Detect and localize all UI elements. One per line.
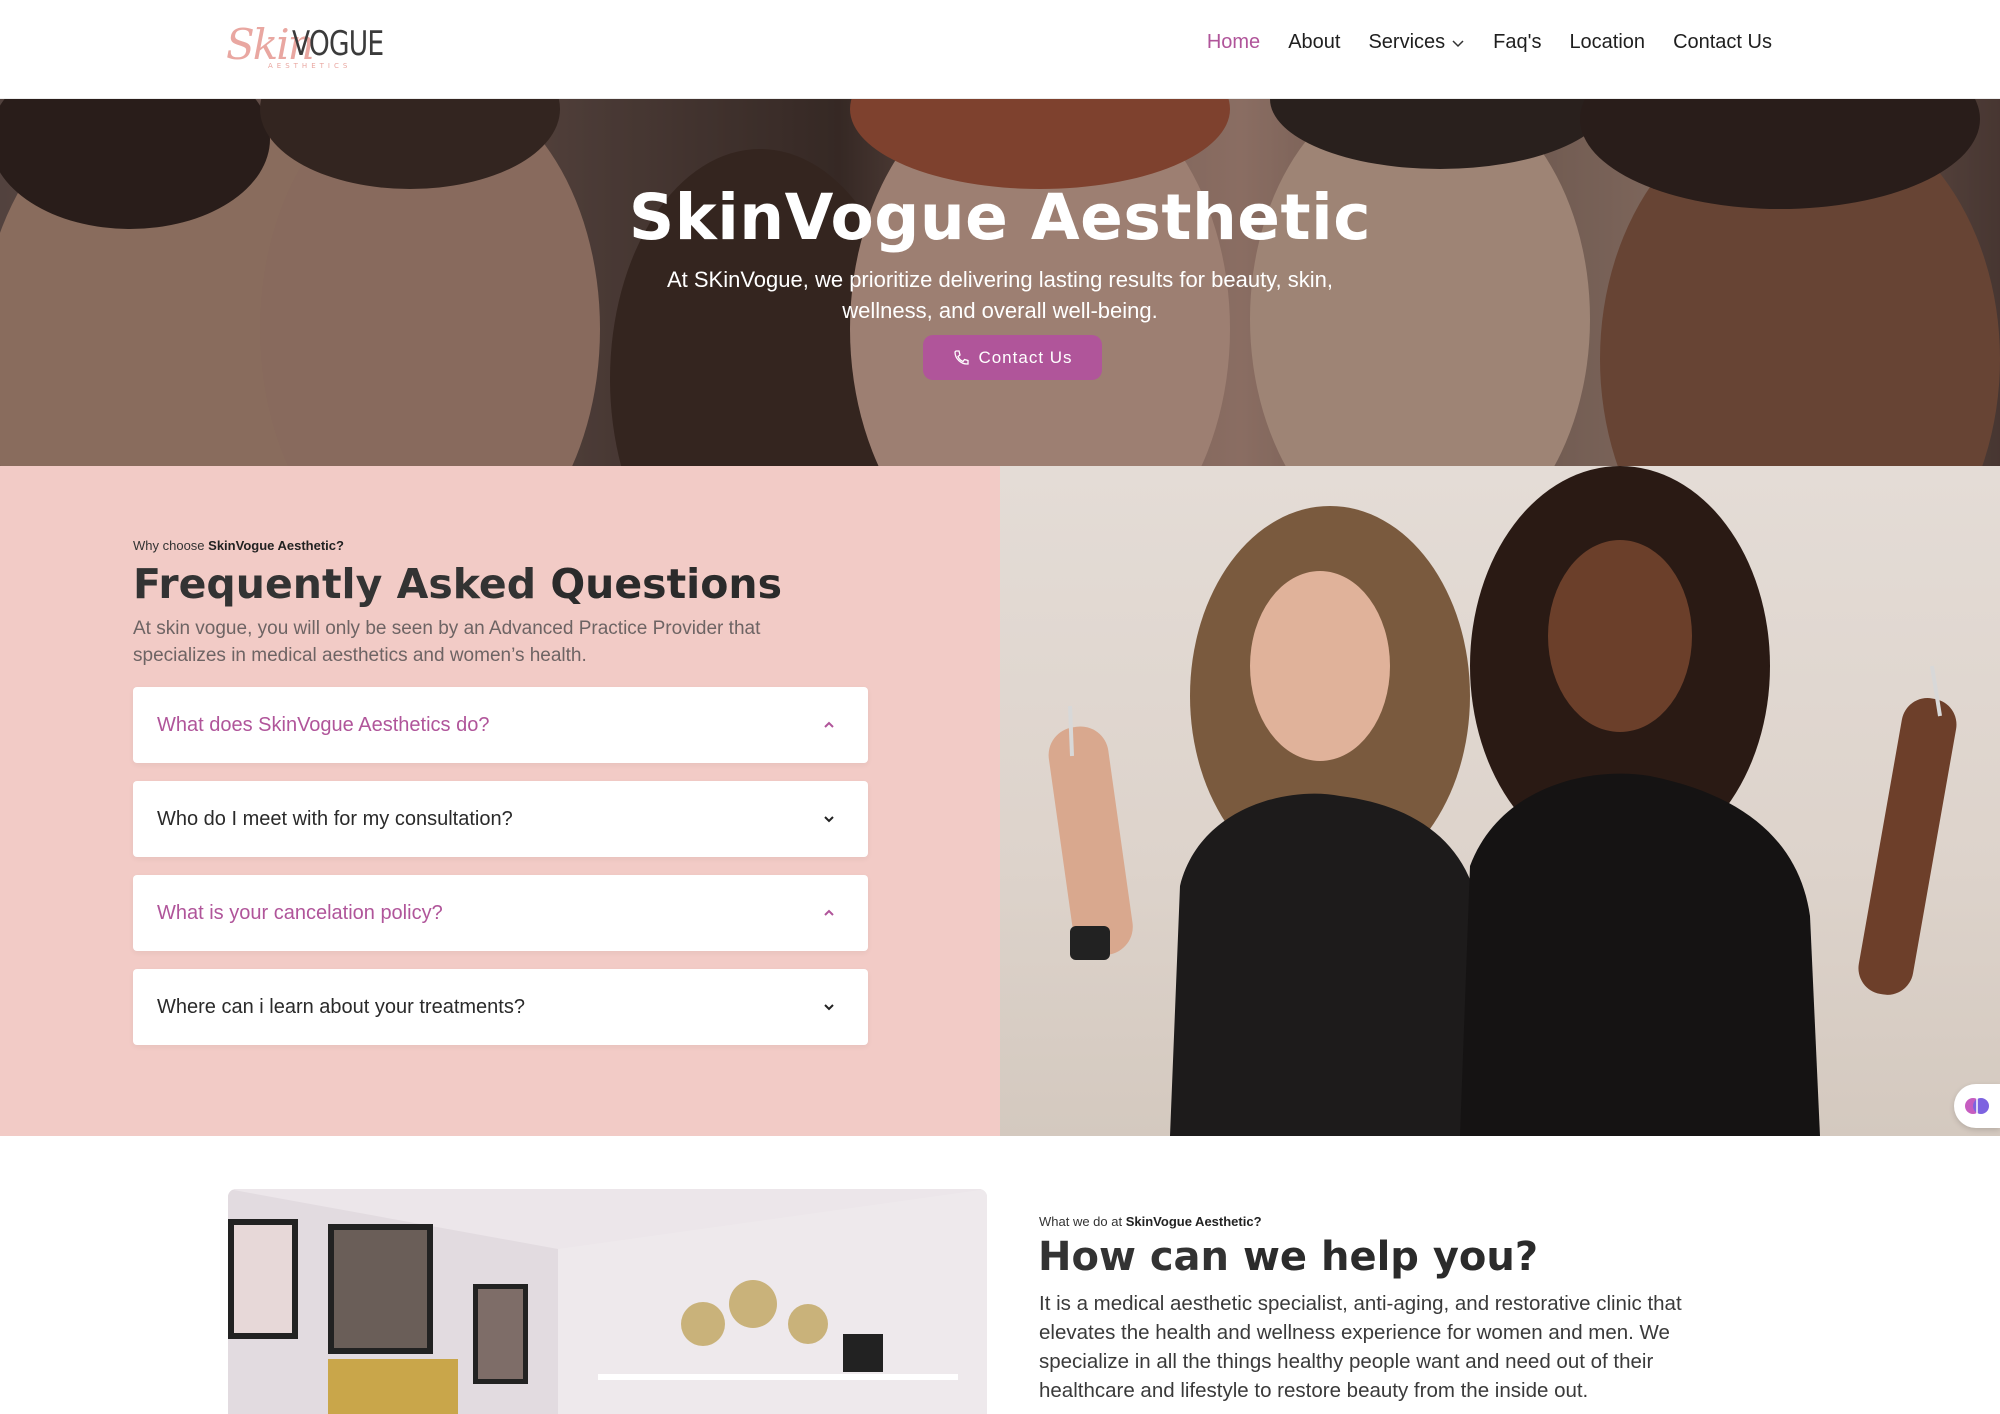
chevron-down-icon — [824, 816, 834, 823]
logo-wordmark: VOGUE — [292, 24, 384, 64]
faq-item[interactable]: What does SkinVogue Aesthetics do? — [133, 687, 868, 763]
nav-location[interactable]: Location — [1569, 31, 1645, 54]
chevron-up-icon — [824, 909, 834, 916]
faq-accordion: What does SkinVogue Aesthetics do? Who d… — [133, 687, 868, 1063]
logo[interactable]: Skin VOGUE AESTHETICS — [226, 18, 384, 72]
hero-title: SkinVogue Aesthetic — [628, 181, 1372, 254]
nav-home[interactable]: Home — [1207, 31, 1260, 54]
faq-question: What is your cancelation policy? — [157, 901, 443, 924]
hero-banner: SkinVogue Aesthetic At SKinVogue, we pri… — [0, 99, 2000, 466]
nav-about[interactable]: About — [1288, 31, 1340, 54]
faq-section: Why choose SkinVogue Aesthetic? Frequent… — [0, 466, 1000, 1136]
faq-question: Who do I meet with for my consultation? — [157, 807, 513, 830]
faq-item[interactable]: Where can i learn about your treatments? — [133, 969, 868, 1045]
staff-photo-illustration — [1048, 466, 1957, 1136]
logo-subtitle: AESTHETICS — [268, 62, 352, 70]
contact-us-button[interactable]: Contact Us — [923, 335, 1102, 380]
help-description: It is a medical aesthetic specialist, an… — [1039, 1292, 1682, 1402]
nav-services[interactable]: Services — [1368, 31, 1465, 54]
phone-icon — [954, 349, 970, 365]
nav-services-label: Services — [1368, 31, 1446, 53]
accessibility-widget[interactable] — [1954, 1084, 2000, 1128]
faq-eyebrow: Why choose SkinVogue Aesthetic? — [133, 538, 344, 553]
help-eyebrow: What we do at SkinVogue Aesthetic? — [1039, 1214, 1262, 1229]
faq-title: Frequently Asked Questions — [133, 560, 782, 608]
faq-description: At skin vogue, you will only be seen by … — [133, 618, 761, 666]
faq-item[interactable]: Who do I meet with for my consultation? — [133, 781, 868, 857]
faq-eyebrow-brand: SkinVogue Aesthetic? — [208, 538, 344, 553]
faq-item[interactable]: What is your cancelation policy? — [133, 875, 868, 951]
help-eyebrow-brand: SkinVogue Aesthetic? — [1125, 1214, 1262, 1229]
chevron-down-icon — [824, 1004, 834, 1011]
contact-us-label: Contact Us — [978, 347, 1073, 367]
chevron-up-icon — [824, 721, 834, 728]
brain-icon — [1965, 1098, 1989, 1114]
hero-subtitle: At SKinVogue, we prioritize delivering l… — [666, 267, 1334, 323]
clinic-photo — [228, 1189, 987, 1414]
help-eyebrow-prefix: What we do at — [1039, 1214, 1126, 1229]
nav-contact[interactable]: Contact Us — [1673, 31, 1772, 54]
faq-title-bold: Questions — [550, 560, 782, 608]
help-title: How can we help you? — [1038, 1234, 1538, 1280]
clinic-photo-illustration — [228, 1189, 987, 1414]
help-title-bold: we help you? — [1242, 1234, 1539, 1280]
nav-faqs[interactable]: Faq's — [1493, 31, 1541, 54]
main-nav: Home About Services Faq's Location Conta… — [1207, 31, 1772, 54]
chevron-down-icon — [1452, 39, 1464, 47]
help-title-light: How can — [1038, 1234, 1243, 1280]
site-header: Skin VOGUE AESTHETICS Home About Service… — [0, 0, 2000, 99]
faq-eyebrow-prefix: Why choose — [133, 538, 209, 553]
faq-title-light: Frequently Asked — [133, 560, 551, 608]
faq-question: What does SkinVogue Aesthetics do? — [157, 713, 490, 736]
faq-question: Where can i learn about your treatments? — [157, 995, 525, 1018]
staff-photo — [1000, 466, 2000, 1136]
